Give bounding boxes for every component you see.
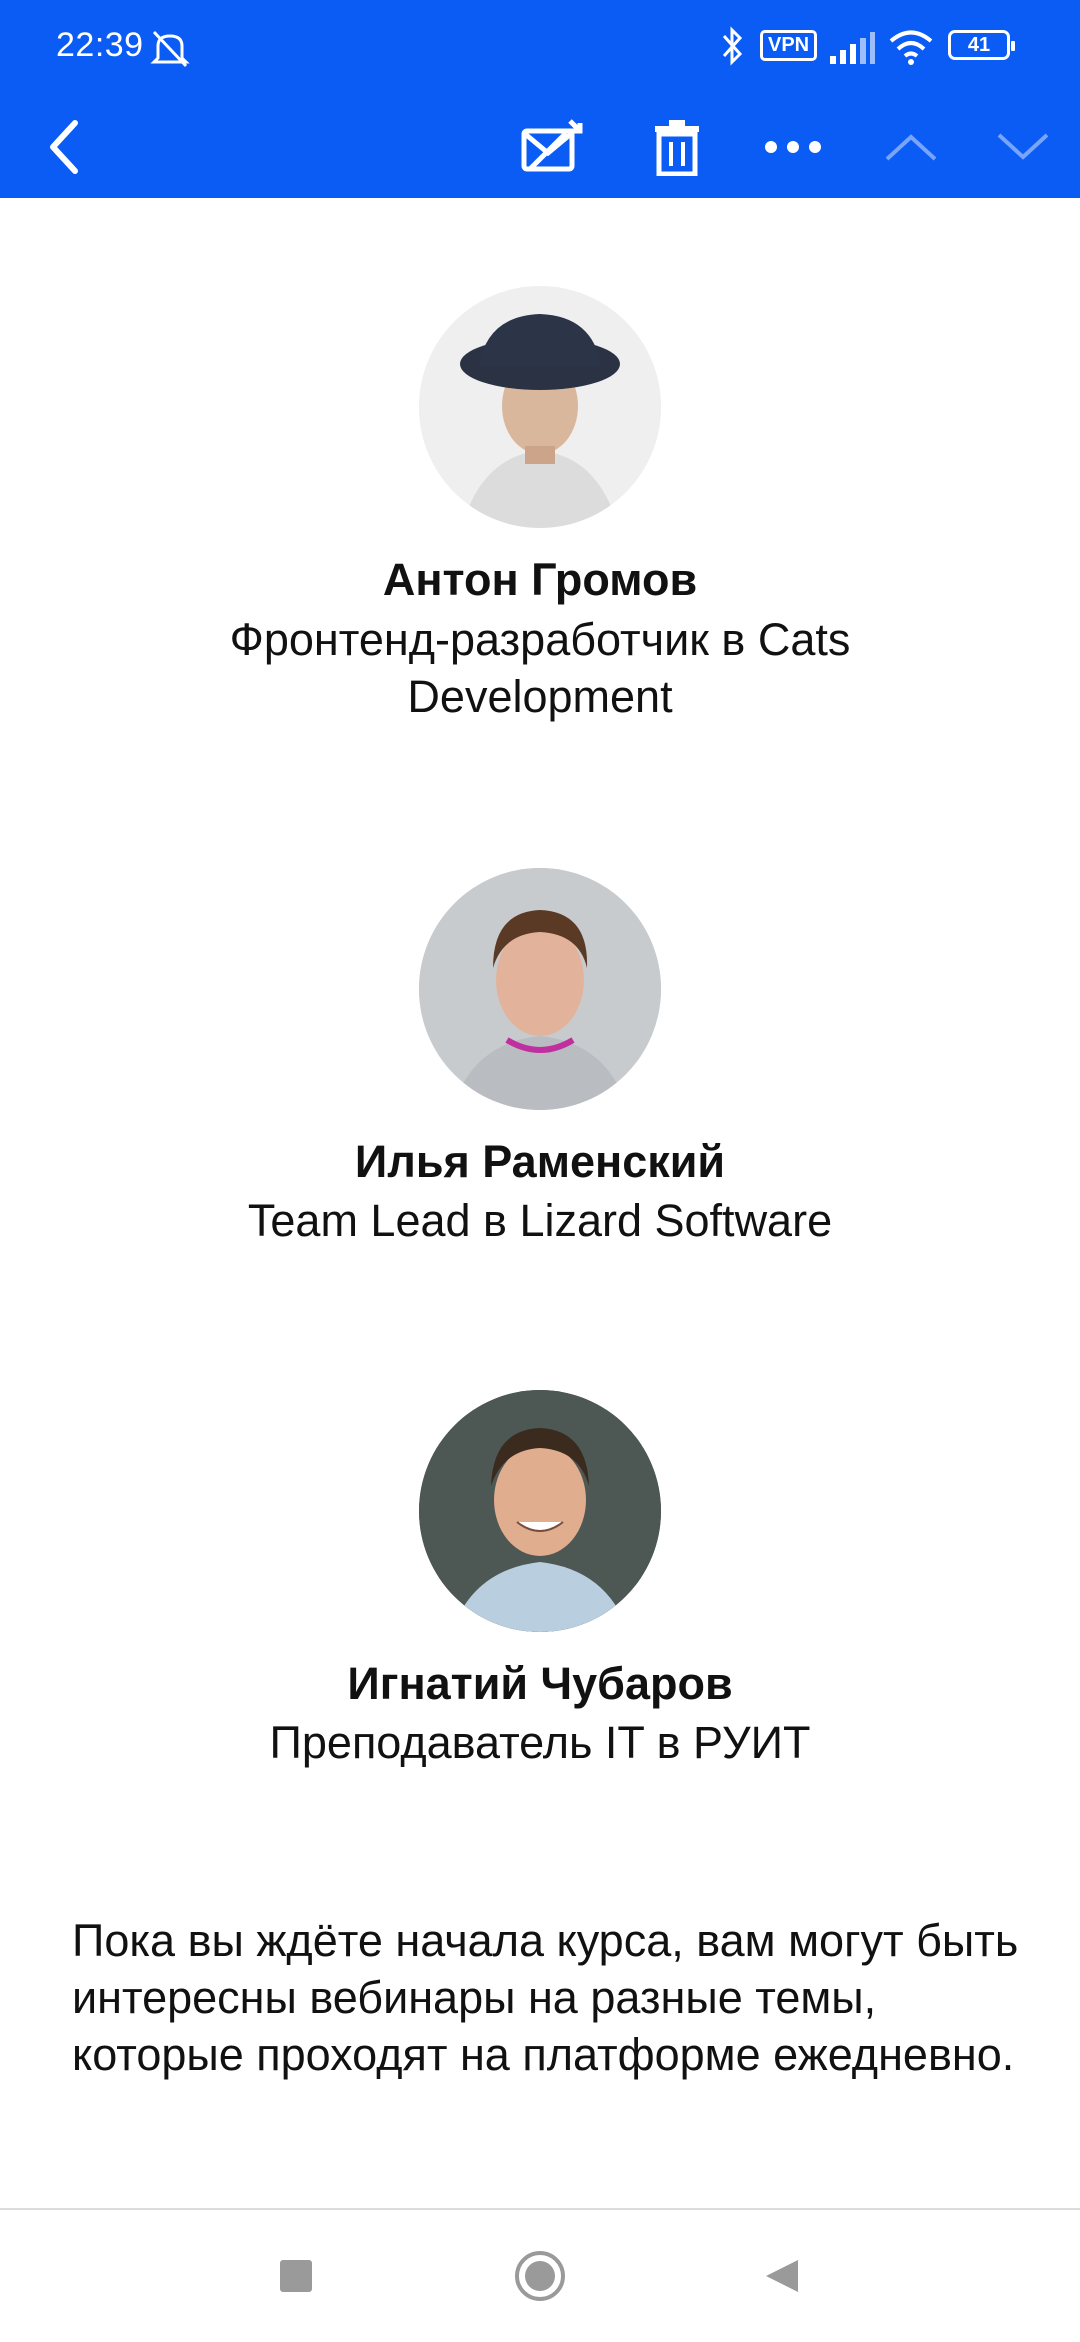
battery-icon: 41: [948, 30, 1015, 60]
delete-button[interactable]: [632, 96, 722, 198]
status-bar: 22:39 VPN 41: [0, 0, 1080, 96]
speaker-role: Team Lead в Lizard Software: [247, 1195, 833, 1246]
message-toolbar: [0, 96, 1080, 198]
wifi-icon: [888, 28, 934, 71]
cut-off-heading: [0, 198, 1080, 228]
speaker-name: Антон Громов: [382, 554, 698, 605]
previous-message-button[interactable]: [866, 96, 956, 198]
status-time: 22:39: [56, 26, 144, 64]
signal-icon: [828, 32, 876, 71]
mark-unread-icon: [521, 119, 583, 172]
battery-level: 41: [967, 34, 991, 56]
system-back-button[interactable]: [742, 2236, 822, 2316]
more-button[interactable]: [748, 96, 838, 198]
mark-unread-button[interactable]: [508, 96, 598, 198]
back-button[interactable]: [20, 96, 110, 198]
home-button[interactable]: [500, 2236, 580, 2316]
previous-icon: [885, 134, 937, 161]
speaker-role: Преподаватель IT в РУИТ: [269, 1717, 811, 1768]
speaker-avatar: [419, 286, 661, 528]
speaker-role: Фронтенд-разработчик в Cats Development: [229, 614, 851, 722]
recents-button[interactable]: [256, 2236, 336, 2316]
system-nav-bar: [0, 2208, 1080, 2342]
mute-alarm-icon: [148, 28, 192, 73]
body-paragraph: Пока вы ждёте начала курса, вам могут бы…: [72, 1915, 1019, 2080]
more-icon: [765, 141, 821, 153]
speaker-avatar: [419, 1390, 661, 1632]
vpn-label: VPN: [760, 30, 818, 61]
home-icon: [515, 2251, 565, 2301]
bluetooth-icon: [720, 26, 746, 71]
next-message-button[interactable]: [978, 96, 1068, 198]
speaker-name: Игнатий Чубаров: [347, 1658, 733, 1709]
recents-icon: [280, 2260, 312, 2292]
email-body: Антон Громов Фронтенд-разработчик в Cats…: [0, 198, 1080, 2208]
back-triangle-icon: [766, 2260, 798, 2292]
next-icon: [997, 133, 1049, 160]
back-icon: [50, 120, 78, 174]
trash-icon: [655, 120, 699, 176]
speaker-avatar: [419, 868, 661, 1110]
vpn-icon: VPN: [760, 30, 818, 61]
speaker-name: Илья Раменский: [354, 1136, 726, 1187]
app-bar: 22:39 VPN 41: [0, 0, 1080, 198]
